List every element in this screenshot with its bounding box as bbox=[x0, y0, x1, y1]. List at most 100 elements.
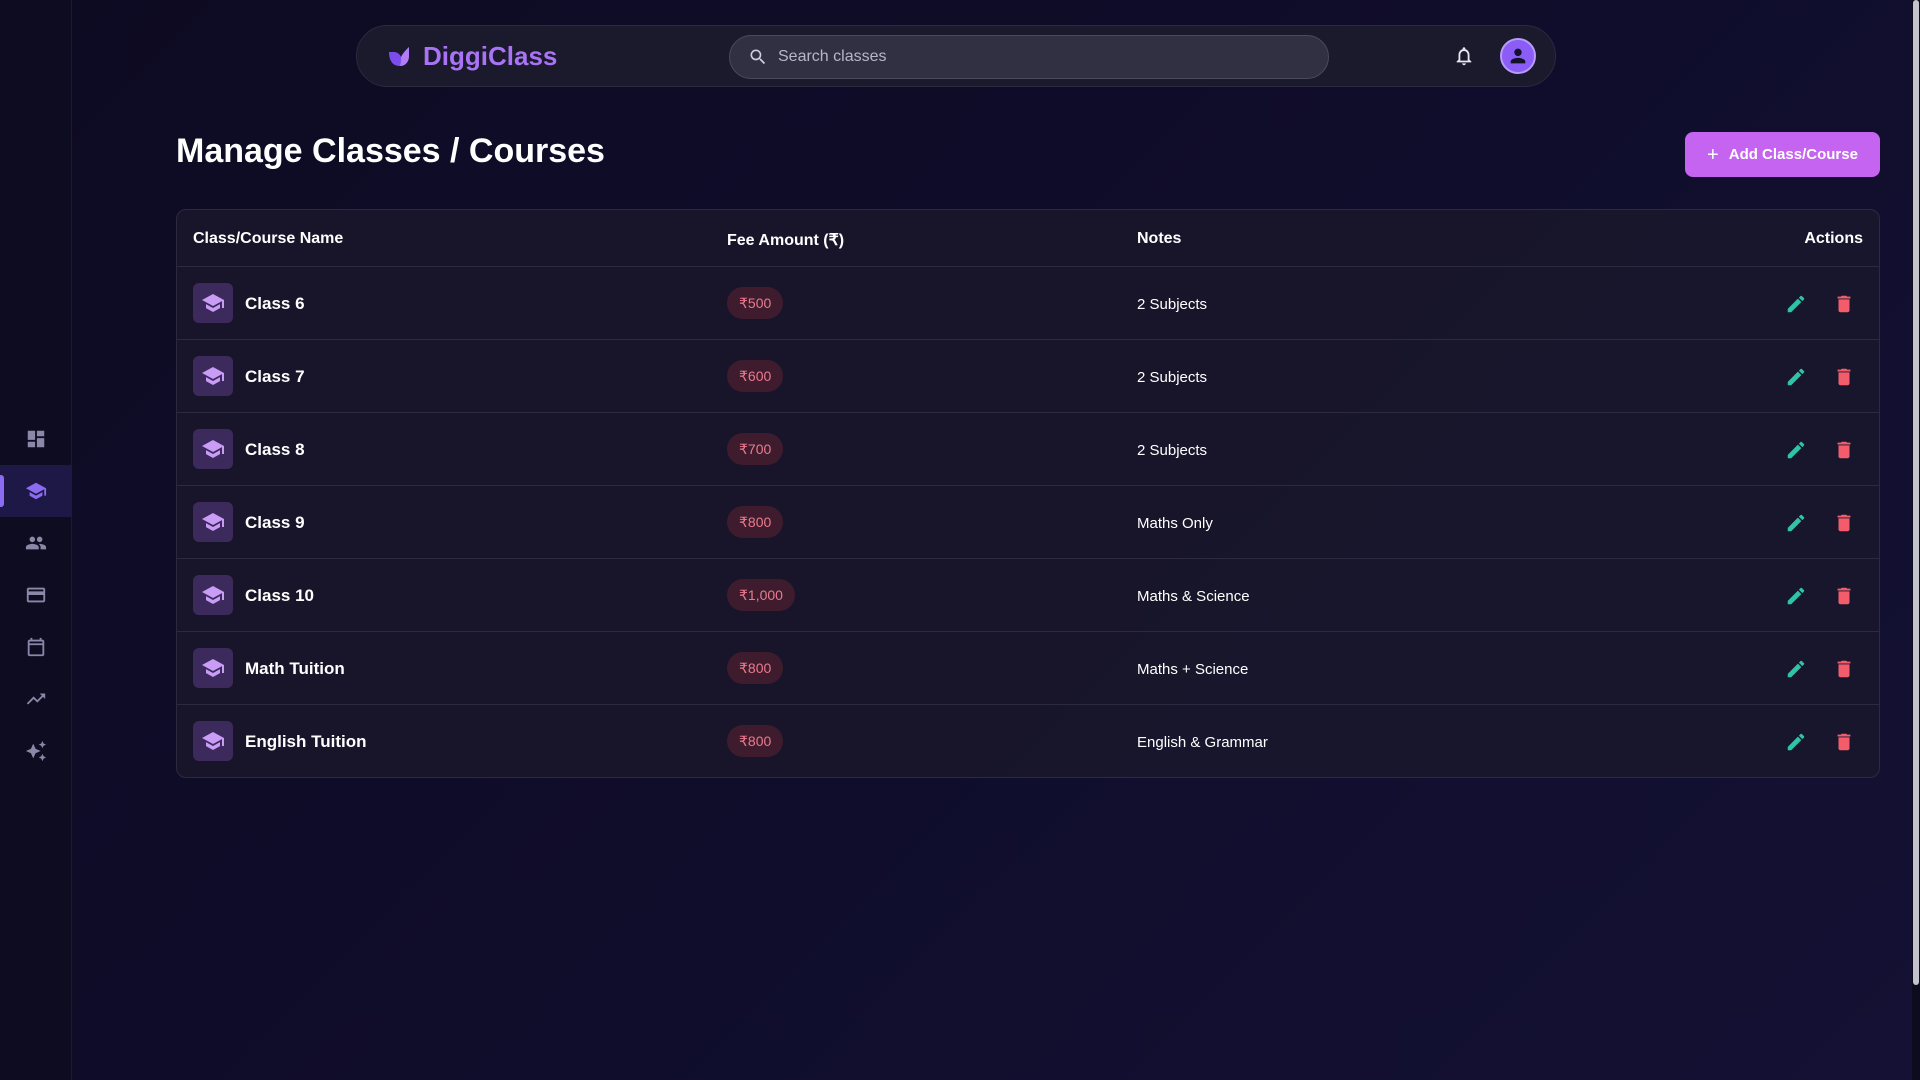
pencil-icon bbox=[1787, 660, 1805, 678]
table-header: Class/Course Name Fee Amount (₹) Notes A… bbox=[177, 210, 1879, 267]
class-icon-tile bbox=[193, 429, 233, 469]
class-notes: English & Grammar bbox=[1137, 734, 1268, 751]
sidebar-item-payments[interactable] bbox=[0, 569, 72, 621]
graduation-cap-icon bbox=[25, 482, 47, 500]
graduation-cap-icon bbox=[202, 513, 224, 531]
scrollbar-thumb[interactable] bbox=[1913, 0, 1919, 985]
delete-button[interactable] bbox=[1831, 583, 1857, 609]
delete-button[interactable] bbox=[1831, 729, 1857, 755]
graduation-cap-icon bbox=[202, 732, 224, 750]
class-icon-tile bbox=[193, 721, 233, 761]
bell-icon bbox=[1456, 47, 1472, 66]
sidebar-item-calendar[interactable] bbox=[0, 621, 72, 673]
header-notes: Notes bbox=[1137, 230, 1182, 247]
class-icon-tile bbox=[193, 283, 233, 323]
class-notes: Maths Only bbox=[1137, 515, 1213, 532]
sidebar-item-analytics[interactable] bbox=[0, 673, 72, 725]
scrollbar[interactable] bbox=[1912, 0, 1920, 1080]
graduation-cap-icon bbox=[202, 367, 224, 385]
fee-badge: ₹1,000 bbox=[727, 579, 795, 611]
delete-button[interactable] bbox=[1831, 656, 1857, 682]
sidebar bbox=[0, 0, 72, 1080]
class-icon-tile bbox=[193, 502, 233, 542]
search-bar[interactable] bbox=[729, 35, 1329, 79]
people-icon bbox=[25, 536, 47, 550]
class-name: Math Tuition bbox=[245, 659, 345, 678]
class-name: Class 8 bbox=[245, 440, 305, 459]
table-row: Class 8 ₹700 2 Subjects bbox=[177, 413, 1879, 486]
trash-icon bbox=[1837, 587, 1851, 605]
trash-icon bbox=[1837, 514, 1851, 532]
fee-badge: ₹800 bbox=[727, 652, 784, 684]
edit-button[interactable] bbox=[1783, 510, 1809, 536]
class-icon-tile bbox=[193, 575, 233, 615]
class-name: Class 9 bbox=[245, 513, 305, 532]
pencil-icon bbox=[1787, 733, 1805, 751]
class-name: Class 6 bbox=[245, 294, 305, 313]
header-fee: Fee Amount (₹) bbox=[727, 232, 845, 249]
edit-button[interactable] bbox=[1783, 656, 1809, 682]
fee-badge: ₹700 bbox=[727, 433, 784, 465]
credit-card-icon bbox=[26, 587, 46, 603]
brand-name: DiggiClass bbox=[423, 41, 558, 71]
sidebar-item-classes[interactable] bbox=[0, 465, 72, 517]
plus-icon: + bbox=[1707, 143, 1719, 166]
calendar-icon bbox=[27, 637, 45, 657]
search-icon bbox=[750, 49, 766, 65]
trash-icon bbox=[1837, 733, 1851, 751]
fee-badge: ₹600 bbox=[727, 360, 784, 392]
pencil-icon bbox=[1787, 514, 1805, 532]
table-row: English Tuition ₹800 English & Grammar bbox=[177, 705, 1879, 777]
sidebar-nav bbox=[0, 413, 72, 777]
header-actions: Actions bbox=[1804, 230, 1863, 247]
graduation-cap-icon bbox=[202, 659, 224, 677]
user-icon bbox=[1510, 48, 1526, 64]
trash-icon bbox=[1837, 368, 1851, 386]
page-title: Manage Classes / Courses bbox=[176, 132, 605, 170]
avatar[interactable] bbox=[1500, 38, 1536, 74]
pencil-icon bbox=[1787, 368, 1805, 386]
delete-button[interactable] bbox=[1831, 364, 1857, 390]
edit-button[interactable] bbox=[1783, 291, 1809, 317]
graduation-cap-icon bbox=[202, 586, 224, 604]
pencil-icon bbox=[1787, 587, 1805, 605]
class-name: Class 10 bbox=[245, 586, 314, 605]
class-notes: 2 Subjects bbox=[1137, 296, 1208, 313]
edit-button[interactable] bbox=[1783, 364, 1809, 390]
graduation-cap-icon bbox=[202, 440, 224, 458]
add-class-button[interactable]: + Add Class/Course bbox=[1685, 132, 1880, 177]
table-row: Class 9 ₹800 Maths Only bbox=[177, 486, 1879, 559]
graduation-cap-icon bbox=[202, 294, 224, 312]
delete-button[interactable] bbox=[1831, 510, 1857, 536]
header-name: Class/Course Name bbox=[193, 230, 344, 247]
pencil-icon bbox=[1787, 295, 1805, 313]
edit-button[interactable] bbox=[1783, 437, 1809, 463]
class-icon-tile bbox=[193, 648, 233, 688]
trash-icon bbox=[1837, 660, 1851, 678]
class-notes: Maths & Science bbox=[1137, 588, 1250, 605]
table-row: Class 10 ₹1,000 Maths & Science bbox=[177, 559, 1879, 632]
trending-up-icon bbox=[26, 693, 46, 705]
edit-button[interactable] bbox=[1783, 583, 1809, 609]
logo-icon bbox=[389, 46, 409, 66]
sparkles-icon bbox=[25, 740, 47, 762]
brand[interactable]: DiggiClass bbox=[385, 41, 557, 72]
classes-table: Class/Course Name Fee Amount (₹) Notes A… bbox=[176, 209, 1880, 778]
table-body: Class 6 ₹500 2 Subjects Class 7 ₹600 2 S… bbox=[177, 267, 1879, 777]
fee-badge: ₹500 bbox=[727, 287, 784, 319]
table-row: Math Tuition ₹800 Maths + Science bbox=[177, 632, 1879, 705]
add-class-label: Add Class/Course bbox=[1728, 146, 1858, 163]
sidebar-item-students[interactable] bbox=[0, 517, 72, 569]
search-input[interactable] bbox=[778, 48, 1298, 66]
top-bar: DiggiClass bbox=[356, 25, 1556, 87]
delete-button[interactable] bbox=[1831, 437, 1857, 463]
table-row: Class 7 ₹600 2 Subjects bbox=[177, 340, 1879, 413]
edit-button[interactable] bbox=[1783, 729, 1809, 755]
dashboard-icon bbox=[27, 430, 45, 448]
delete-button[interactable] bbox=[1831, 291, 1857, 317]
sidebar-item-dashboard[interactable] bbox=[0, 413, 72, 465]
trash-icon bbox=[1837, 295, 1851, 313]
notifications-button[interactable] bbox=[1453, 45, 1477, 69]
class-notes: Maths + Science bbox=[1137, 661, 1249, 678]
sidebar-item-ai[interactable] bbox=[0, 725, 72, 777]
